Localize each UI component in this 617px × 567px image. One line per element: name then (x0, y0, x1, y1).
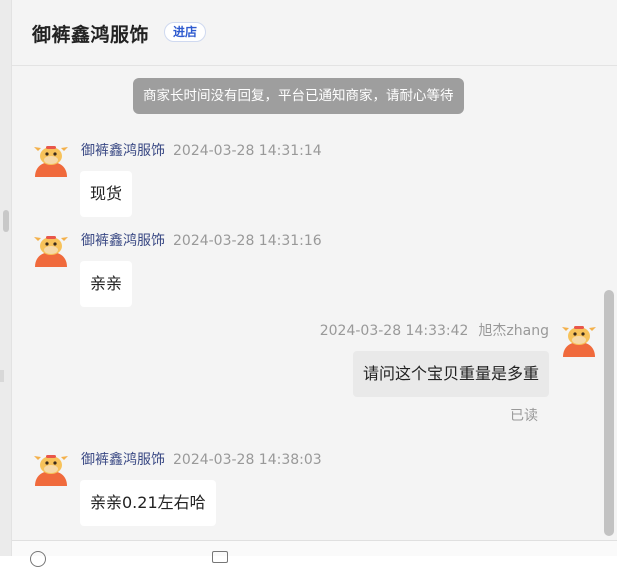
cow-mascot-icon[interactable] (32, 139, 70, 177)
message-time: 2024-03-28 14:33:42 (319, 323, 469, 339)
left-edge-strip (0, 0, 11, 556)
cow-mascot-icon[interactable] (32, 448, 70, 486)
message-bubble[interactable]: 现货 (80, 171, 133, 217)
image-icon[interactable] (212, 551, 228, 563)
message-meta: 御裤鑫鸿服饰 2024-03-28 14:38:03 (81, 449, 322, 469)
sender-name: 御裤鑫鸿服饰 (81, 452, 165, 468)
enter-shop-button[interactable]: 进店 (164, 22, 207, 42)
self-message-bubble[interactable]: 请问这个宝贝重量是多重 (352, 351, 549, 397)
message-meta: 御裤鑫鸿服饰 2024-03-28 14:31:14 (81, 140, 322, 160)
left-edge-tick (0, 370, 4, 382)
sender-name: 旭杰zhang (478, 323, 549, 339)
left-scroll-marker (3, 210, 9, 232)
sender-name: 御裤鑫鸿服饰 (81, 143, 165, 159)
self-message-meta: 2024-03-28 14:33:42 旭杰zhang (320, 320, 549, 340)
system-notice: 商家长时间没有回复，平台已通知商家，请耐心等待 (133, 78, 464, 114)
scrollbar-thumb[interactable] (604, 290, 614, 536)
cow-mascot-icon[interactable] (32, 229, 70, 267)
chat-header: 御裤鑫鸿服饰 进店 (12, 0, 617, 66)
message-bubble[interactable]: 亲亲0.21左右哈 (80, 480, 216, 526)
input-toolbar (12, 541, 617, 567)
chat-scrollbar[interactable] (604, 290, 614, 538)
message-time: 2024-03-28 14:38:03 (173, 452, 322, 468)
message-bubble[interactable]: 亲亲 (80, 261, 133, 307)
message-time: 2024-03-28 14:31:14 (173, 143, 322, 159)
cow-mascot-icon[interactable] (560, 319, 598, 357)
message-time: 2024-03-28 14:31:16 (173, 233, 322, 249)
read-status: 已读 (510, 408, 538, 424)
chat-panel: 御裤鑫鸿服饰 进店 商家长时间没有回复，平台已通知商家，请耐心等待 御裤鑫鸿服饰… (11, 0, 617, 567)
message-meta: 御裤鑫鸿服饰 2024-03-28 14:31:16 (81, 230, 322, 250)
emoji-icon[interactable] (30, 551, 46, 567)
shop-title: 御裤鑫鸿服饰 (32, 24, 150, 46)
sender-name: 御裤鑫鸿服饰 (81, 233, 165, 249)
